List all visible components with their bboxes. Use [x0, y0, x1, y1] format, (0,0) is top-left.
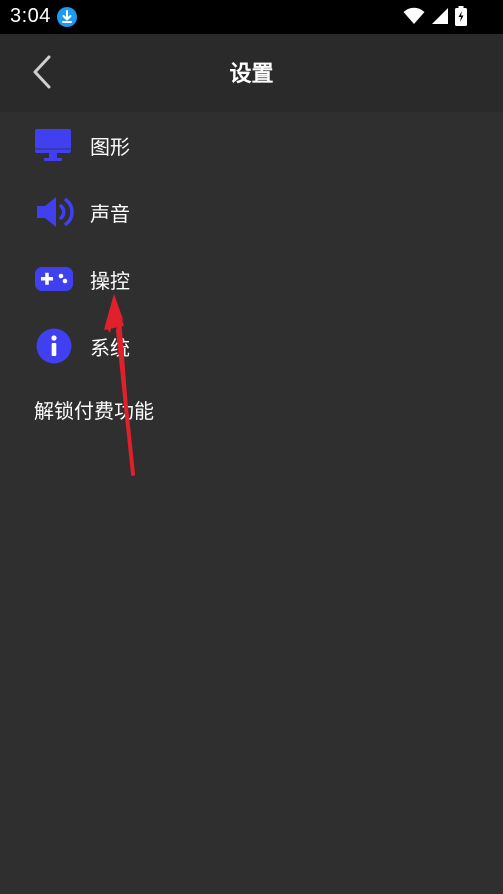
unlock-premium-button[interactable]: 解锁付费功能: [34, 395, 154, 424]
menu-item-controls[interactable]: 操控: [34, 259, 130, 299]
wifi-icon: [403, 7, 425, 24]
battery-icon: [455, 6, 467, 26]
menu-item-label: 声音: [90, 201, 130, 226]
menu-item-label: 操控: [90, 268, 130, 293]
speaker-icon: [34, 192, 78, 232]
app-header: 设置: [0, 34, 503, 112]
menu-item-graphics[interactable]: 图形: [34, 125, 130, 165]
info-icon: [34, 326, 78, 366]
menu-item-sound[interactable]: 声音: [34, 192, 130, 232]
signal-icon: [432, 8, 448, 24]
menu-item-label: 图形: [90, 134, 130, 159]
menu-item-system[interactable]: 系统: [34, 326, 130, 366]
gamepad-icon: [34, 259, 78, 299]
monitor-icon: [34, 125, 78, 165]
download-icon: [57, 7, 77, 27]
status-time: 3:04: [10, 5, 51, 27]
page-title: 设置: [229, 62, 274, 87]
status-bar: 3:04: [0, 0, 503, 34]
menu-item-label: 系统: [90, 335, 130, 360]
